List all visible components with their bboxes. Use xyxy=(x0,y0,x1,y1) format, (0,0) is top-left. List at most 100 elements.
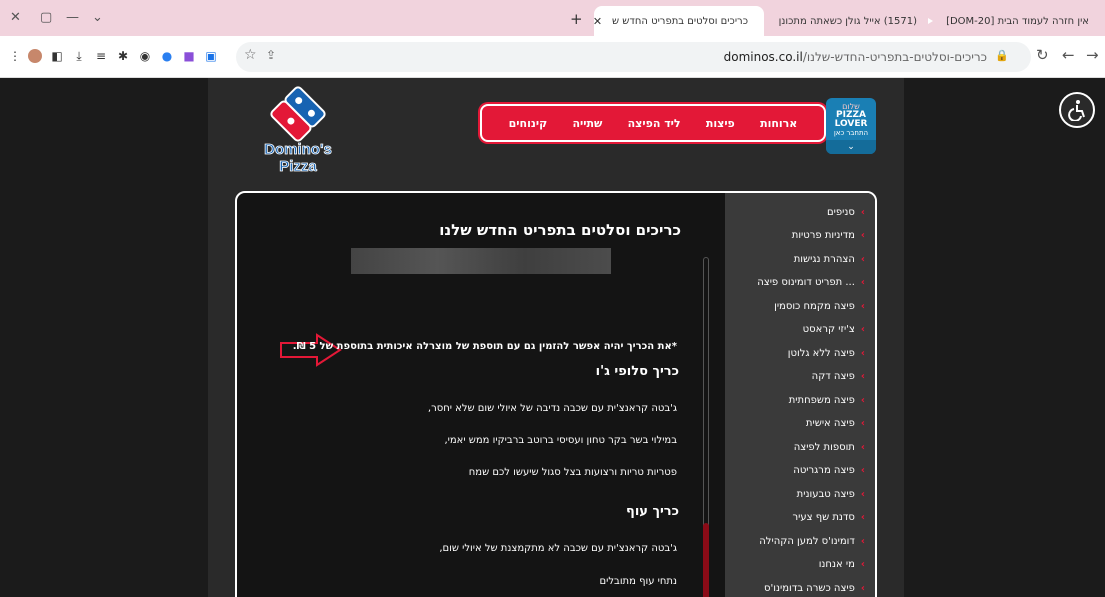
sidebar-item[interactable]: סדנת שף צעיר ‹ xyxy=(729,507,865,529)
sidebar-item[interactable]: פיצה ללא גלוטן ‹ xyxy=(729,342,865,364)
lock-icon[interactable]: 🔒 xyxy=(995,49,1009,62)
section-line: פטריות טריות ורצועות בצל סגול שיעשו לכם … xyxy=(468,467,677,478)
sidebar-item-label: מדיניות פרטיות xyxy=(791,230,855,241)
address-bar[interactable]: ☆ ⇪ dominos.co.il/כריכים-וסלטים-בתפריט-ה… xyxy=(236,42,1031,72)
tab-title: (1571) אייל גולן כשאתה מתכונן xyxy=(778,15,917,27)
extension-screen-icon[interactable]: ▣ xyxy=(204,49,218,63)
tab-youtube[interactable]: (1571) אייל גולן כשאתה מתכונן ✕ xyxy=(768,6,933,36)
section-line: ג'בטה קראנצ'ית עם שכבה נדיבה של איולי שו… xyxy=(427,403,677,414)
tab-title: אין חזרה לעמוד הבית [DOM-20] xyxy=(946,15,1089,27)
chevron-left-icon: ‹ xyxy=(860,441,865,453)
sidebar-item-label: פיצה טבעונית xyxy=(796,488,855,500)
extensions-puzzle-icon[interactable]: ✱ xyxy=(116,49,130,63)
chevron-left-icon: ‹ xyxy=(860,253,865,265)
article: כריכים וסלטים בתפריט החדש שלנו *את הכריך… xyxy=(237,193,727,597)
sidebar-item[interactable]: פיצה מרגריטה ‹ xyxy=(729,460,865,482)
page-viewport: Domino's Pizza ארוחות פיצות ליד הפיצה שת… xyxy=(0,78,1105,597)
tab-dominos-sandwiches[interactable]: כריכים וסלטים בתפריט החדש ש ✕ xyxy=(594,6,764,36)
url-text: dominos.co.il/כריכים-וסלטים-בתפריט-החדש-… xyxy=(724,50,987,64)
scrollbar-thumb[interactable] xyxy=(703,523,709,597)
reload-icon[interactable]: ↻ xyxy=(1036,46,1049,64)
section-line: נתחי עוף מתובלים xyxy=(599,576,677,587)
chevron-left-icon: ‹ xyxy=(860,582,865,594)
close-window-icon[interactable]: ✕ xyxy=(10,10,21,25)
chevron-left-icon: ‹ xyxy=(860,535,865,547)
browser-toolbar: → ← ↻ ☆ ⇪ dominos.co.il/כריכים-וסלטים-בת… xyxy=(0,36,1105,78)
menu-item-drinks[interactable]: שתייה xyxy=(572,117,602,130)
sidebar-item-label: תוספות לפיצה xyxy=(793,441,855,453)
chevron-left-icon: ‹ xyxy=(860,347,865,359)
restore-window-icon[interactable]: ▢ xyxy=(40,10,52,25)
reading-list-icon[interactable]: ≡ xyxy=(94,49,108,63)
domain-icon xyxy=(1091,17,1099,25)
menu-item-pizzas[interactable]: פיצות xyxy=(706,117,735,130)
download-icon[interactable]: ⤓ xyxy=(72,49,86,63)
chevron-left-icon: ‹ xyxy=(860,206,865,218)
sidebar-item-label: דומינו'ס למען הקהילה xyxy=(759,535,855,547)
sidebar-item[interactable]: פיצה טבעונית ‹ xyxy=(729,483,865,505)
mozzarella-note: *את הכריך יהיה אפשר להזמין גם עם תוספת ש… xyxy=(292,341,677,352)
logo-text-line2: Pizza xyxy=(279,158,317,175)
sidebar-item-label: פיצה ללא גלוטן xyxy=(787,347,855,359)
profile-avatar-icon[interactable] xyxy=(28,49,42,63)
sidebar-item-label: פיצה מקמח כוסמין xyxy=(774,300,855,312)
menu-item-desserts[interactable]: קינוחים xyxy=(509,117,548,130)
bookmark-star-icon[interactable]: ☆ xyxy=(244,47,257,63)
extension-dot-icon[interactable]: ◉ xyxy=(138,49,152,63)
menu-dots-icon[interactable]: ⋮ xyxy=(8,49,22,63)
sidebar-item[interactable]: סניפים ‹ xyxy=(729,201,865,223)
sidepanel-icon[interactable]: ◧ xyxy=(50,49,64,63)
menu-item-meals[interactable]: ארוחות xyxy=(760,117,797,130)
tab-dom-20[interactable]: אין חזרה לעמוד הבית [DOM-20] ✕ xyxy=(936,6,1105,36)
logo-text-line1: Domino's xyxy=(264,141,332,158)
sidebar-item[interactable]: מי אנחנו ‹ xyxy=(729,554,865,576)
side-navigation: סניפים ‹ מדיניות פרטיות ‹ הצהרת נגישות ‹ תפריט… xyxy=(725,193,875,597)
sidebar-item[interactable]: הצהרת נגישות ‹ xyxy=(729,248,865,270)
accessibility-button[interactable] xyxy=(1059,92,1095,128)
minimize-window-icon[interactable]: — xyxy=(66,10,79,25)
new-tab-button[interactable]: + xyxy=(570,10,583,28)
sidebar-item-label: הצהרת נגישות xyxy=(793,253,855,265)
sidebar-item[interactable]: פיצה משפחתית ‹ xyxy=(729,389,865,411)
sidebar-item[interactable]: פיצה דקה ‹ xyxy=(729,366,865,388)
sidebar-item[interactable]: דומינו'ס למען הקהילה ‹ xyxy=(729,530,865,552)
page-title: כריכים וסלטים בתפריט החדש שלנו xyxy=(439,221,681,239)
url-host: dominos.co.il xyxy=(723,50,803,64)
sidebar-item[interactable]: פיצה כשרה בדומינו'ס ‹ xyxy=(729,577,865,597)
share-icon[interactable]: ⇪ xyxy=(266,48,276,62)
sidebar-item-label: פיצה מרגריטה xyxy=(793,465,855,476)
chevron-left-icon: ‹ xyxy=(860,418,865,429)
tab-search-icon[interactable]: ⌄ xyxy=(92,10,103,25)
site-container: Domino's Pizza ארוחות פיצות ליד הפיצה שת… xyxy=(208,78,904,597)
extension-purple-icon[interactable]: ■ xyxy=(182,49,196,63)
chevron-left-icon: ‹ xyxy=(860,230,865,241)
sidebar-item-label: פיצה אישית xyxy=(805,418,855,429)
sidebar-item-label: צ'יזי קראסט xyxy=(802,324,855,335)
pizza-lover-login[interactable]: שלום PIZZA LOVER התחבר כאן ⌄ xyxy=(826,98,876,154)
sidebar-item[interactable]: פיצה אישית ‹ xyxy=(729,413,865,435)
menu-item-sides[interactable]: ליד הפיצה xyxy=(628,117,681,130)
sidebar-item[interactable]: תוספות לפיצה ‹ xyxy=(729,436,865,458)
chevron-left-icon: ‹ xyxy=(860,371,865,382)
close-tab-icon[interactable]: ✕ xyxy=(768,15,769,28)
sidebar-item[interactable]: מדיניות פרטיות ‹ xyxy=(729,225,865,247)
sidebar-item[interactable]: צ'יזי קראסט ‹ xyxy=(729,319,865,341)
sidebar-item[interactable]: פיצה מקמח כוסמין ‹ xyxy=(729,295,865,317)
extension-blue-icon[interactable]: ● xyxy=(160,49,174,63)
dominos-icon xyxy=(750,17,758,25)
lover-lover: LOVER xyxy=(834,119,868,129)
dominos-logo[interactable]: Domino's Pizza xyxy=(252,84,344,176)
chevron-left-icon: ‹ xyxy=(860,300,865,312)
chevron-left-icon: ‹ xyxy=(860,488,865,500)
back-icon[interactable]: → xyxy=(1086,46,1099,64)
section-line: במילוי בשר בקר טחון ועסיסי ברוטב ברביקיו… xyxy=(444,435,677,446)
sidebar-item-label: סדנת שף צעיר xyxy=(792,512,855,523)
forward-icon[interactable]: ← xyxy=(1062,46,1075,64)
close-tab-icon[interactable]: ✕ xyxy=(594,15,602,28)
section-heading-sloppy-joe: כריך סלופי ג'ו xyxy=(595,364,679,379)
tab-title: כריכים וסלטים בתפריט החדש ש xyxy=(612,15,748,27)
chevron-down-icon[interactable]: ⌄ xyxy=(826,140,876,154)
sidebar-item[interactable]: תפריט דומינוס פיצה ... ‹ xyxy=(729,272,865,294)
section-heading-chicken: כריך עוף xyxy=(626,504,679,519)
lover-login-text: התחבר כאן xyxy=(833,129,869,137)
